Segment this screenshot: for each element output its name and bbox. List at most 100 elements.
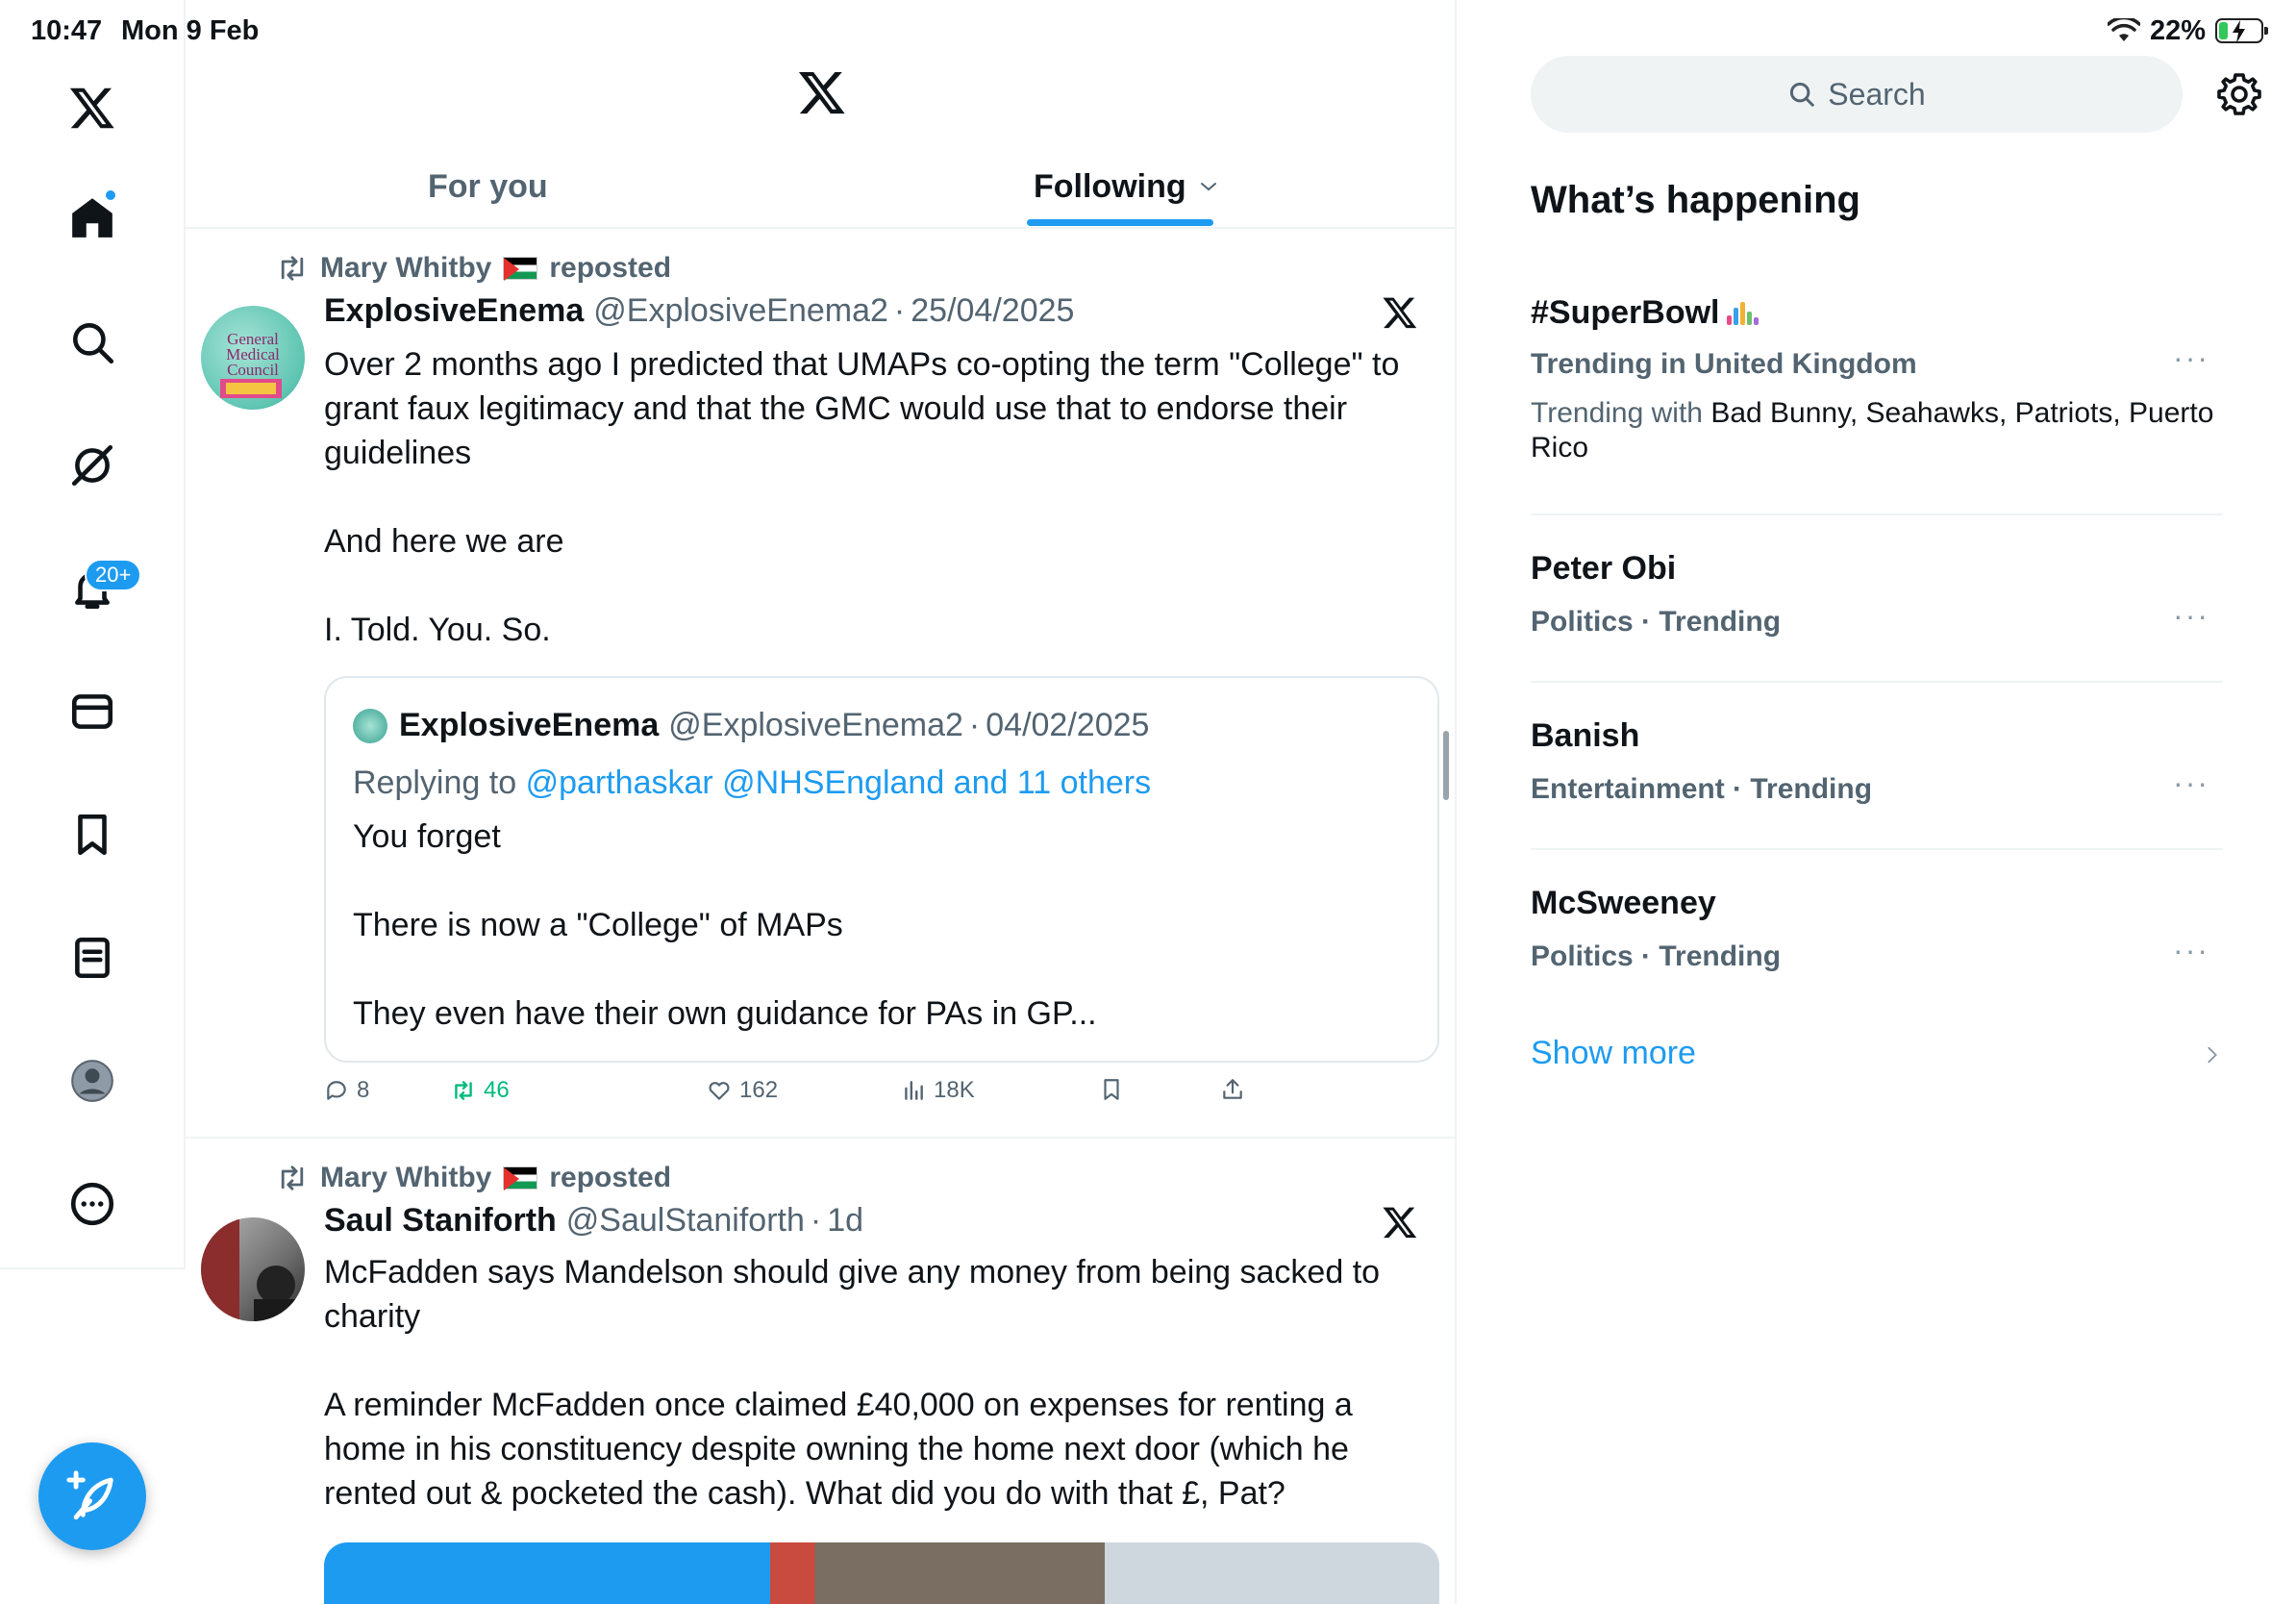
search-input[interactable]: Search bbox=[1531, 56, 2183, 133]
views-chart-icon bbox=[905, 1081, 923, 1100]
trend-item[interactable]: #SuperBowl Trending in United Kingdom ··… bbox=[1531, 285, 2223, 515]
author-name[interactable]: ExplosiveEnema bbox=[324, 292, 584, 330]
whats-happening-title: What’s happening bbox=[1531, 179, 1860, 221]
trend-name: #SuperBowl bbox=[1531, 294, 1763, 332]
separator: · bbox=[968, 707, 981, 743]
separator: · bbox=[893, 291, 906, 329]
x-logo-icon[interactable] bbox=[54, 69, 131, 146]
views-count: 18K bbox=[934, 1077, 975, 1103]
bookmark-icon[interactable] bbox=[54, 796, 131, 873]
compose-feather-icon bbox=[66, 1470, 113, 1520]
gear-icon[interactable] bbox=[2216, 71, 2262, 117]
repost-icon bbox=[281, 256, 304, 281]
tweet-text: McFadden says Mandelson should give any … bbox=[324, 1254, 1381, 1512]
home-icon[interactable] bbox=[54, 179, 131, 256]
scrollbar[interactable] bbox=[1443, 731, 1449, 800]
tweet-header: Saul Staniforth @SaulStaniforth · 1d bbox=[324, 1198, 1439, 1242]
heart-icon bbox=[709, 1082, 730, 1100]
repost-icon bbox=[455, 1081, 472, 1100]
search-icon bbox=[1790, 82, 1815, 107]
trend-related: Trending with Bad Bunny, Seahawks, Patri… bbox=[1531, 396, 2223, 465]
quote-author-handle: @ExplosiveEnema2 bbox=[668, 707, 963, 743]
trend-item[interactable]: Banish Entertainment · Trending ··· bbox=[1531, 685, 2223, 850]
reposter-name[interactable]: Mary Whitby bbox=[320, 252, 491, 285]
reply-count: 8 bbox=[357, 1077, 370, 1103]
palestine-flag-icon bbox=[503, 257, 538, 281]
notifications-badge: 20+ bbox=[85, 559, 142, 591]
quote-author-name: ExplosiveEnema bbox=[399, 707, 660, 743]
lists-icon[interactable] bbox=[54, 919, 131, 996]
like-count: 162 bbox=[739, 1077, 779, 1103]
more-options-button[interactable]: ··· bbox=[2173, 340, 2209, 376]
x-logo-icon bbox=[798, 71, 845, 114]
tab-label: For you bbox=[428, 167, 548, 205]
palestine-flag-icon bbox=[503, 1166, 538, 1190]
nav-divider bbox=[0, 1267, 186, 1269]
repost-label: reposted bbox=[549, 1162, 672, 1193]
quote-header: ExplosiveEnema @ExplosiveEnema2 · 04/02/… bbox=[353, 707, 1149, 744]
trend-item[interactable]: McSweeney Politics · Trending ··· bbox=[1531, 852, 2223, 1017]
trend-context: Politics · Trending bbox=[1531, 606, 1782, 638]
trend-context: Entertainment · Trending bbox=[1531, 773, 1873, 805]
quote-timestamp: 04/02/2025 bbox=[986, 707, 1150, 743]
trend-name: McSweeney bbox=[1531, 885, 1716, 921]
svg-text:Council: Council bbox=[227, 361, 279, 379]
author-handle[interactable]: @SaulStaniforth bbox=[566, 1202, 805, 1240]
more-icon[interactable] bbox=[54, 1165, 131, 1242]
quote-avatar bbox=[353, 708, 387, 743]
repost-context: Mary Whitby reposted bbox=[276, 1162, 671, 1194]
more-options-button[interactable]: ··· bbox=[2173, 598, 2209, 634]
bookmark-icon bbox=[1104, 1079, 1119, 1100]
bookmark-button[interactable] bbox=[1099, 1077, 1124, 1102]
superbowl-hashflag-icon bbox=[1727, 301, 1763, 325]
trend-related-label: Trending with bbox=[1531, 397, 1703, 429]
trend-item[interactable]: Peter Obi Politics · Trending ··· bbox=[1531, 517, 2223, 683]
left-nav: 20+ bbox=[0, 0, 186, 1269]
timeline: For you Following Mary Whitby reposted G… bbox=[186, 0, 1457, 1604]
trend-name: Banish bbox=[1531, 717, 1640, 754]
mail-icon[interactable] bbox=[54, 673, 131, 750]
tweet-actions: 8 46 162 18K bbox=[324, 1077, 1285, 1115]
grok-icon[interactable] bbox=[54, 427, 131, 504]
timestamp[interactable]: 1d bbox=[827, 1202, 863, 1240]
chevron-right-icon[interactable] bbox=[2202, 1044, 2223, 1065]
author-handle[interactable]: @ExplosiveEnema2 bbox=[593, 292, 888, 330]
trend-name-text: #SuperBowl bbox=[1531, 294, 1720, 331]
search-icon[interactable] bbox=[54, 304, 131, 381]
more-options-button[interactable]: ··· bbox=[2173, 765, 2209, 801]
tweet-text: Over 2 months ago I predicted that UMAPs… bbox=[324, 346, 1400, 648]
reply-button[interactable]: 8 bbox=[324, 1077, 369, 1104]
search-placeholder: Search bbox=[1828, 76, 1926, 112]
timeline-tabs: For you Following bbox=[186, 144, 1455, 229]
repost-label: reposted bbox=[549, 252, 672, 284]
replying-to-label: Replying to bbox=[353, 764, 517, 801]
avatar[interactable]: General Medical Council bbox=[201, 306, 305, 410]
share-button[interactable] bbox=[1220, 1077, 1245, 1102]
chevron-down-icon bbox=[1200, 183, 1216, 191]
show-more-link[interactable]: Show more bbox=[1531, 1035, 1696, 1072]
timestamp[interactable]: 25/04/2025 bbox=[911, 292, 1074, 330]
author-name[interactable]: Saul Staniforth bbox=[324, 1202, 557, 1240]
tweet[interactable]: Mary Whitby reposted General Medical Cou… bbox=[186, 231, 1455, 1139]
quote-replying-to: Replying to @parthaskar @NHSEngland and … bbox=[353, 764, 1151, 802]
tweet[interactable]: Mary Whitby reposted Saul Staniforth @Sa… bbox=[186, 1140, 1455, 1604]
tab-label: Following bbox=[1034, 167, 1186, 205]
quoted-tweet[interactable]: ExplosiveEnema @ExplosiveEnema2 · 04/02/… bbox=[324, 676, 1439, 1063]
profile-icon[interactable] bbox=[54, 1042, 131, 1119]
tab-for-you[interactable]: For you bbox=[428, 144, 548, 229]
x-logo-icon[interactable] bbox=[1382, 1204, 1418, 1241]
repost-context: Mary Whitby reposted bbox=[276, 252, 671, 285]
trend-context: Trending in United Kingdom bbox=[1531, 348, 1917, 380]
x-logo-icon[interactable] bbox=[1382, 294, 1418, 331]
avatar[interactable] bbox=[201, 1217, 305, 1321]
active-tab-indicator bbox=[1027, 219, 1213, 226]
tweet-media-image[interactable] bbox=[324, 1542, 1439, 1604]
repost-button[interactable]: 46 bbox=[451, 1077, 510, 1104]
views-button[interactable]: 18K bbox=[901, 1077, 975, 1104]
reposter-name[interactable]: Mary Whitby bbox=[320, 1162, 491, 1194]
replying-to-mentions[interactable]: @parthaskar @NHSEngland and 11 others bbox=[526, 764, 1152, 801]
like-button[interactable]: 162 bbox=[707, 1077, 778, 1104]
more-options-button[interactable]: ··· bbox=[2173, 933, 2209, 968]
compose-post-button[interactable] bbox=[38, 1442, 146, 1550]
tab-following[interactable]: Following bbox=[1034, 144, 1217, 229]
